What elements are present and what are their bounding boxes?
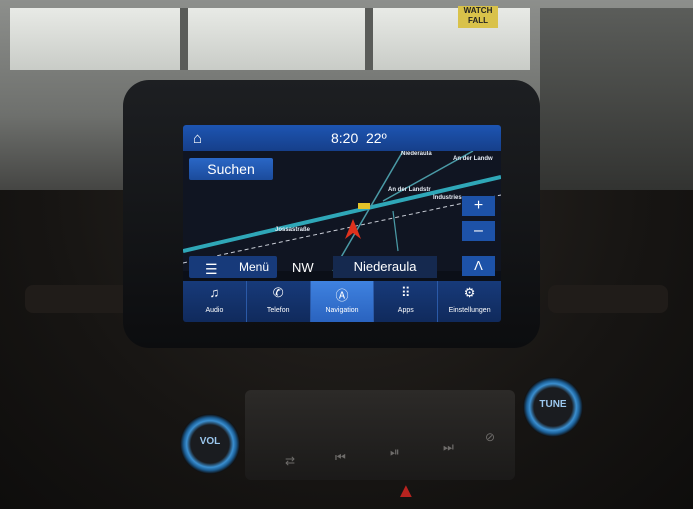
dock-item-navigation[interactable]: Ⓐ Navigation bbox=[310, 281, 375, 322]
current-location: Niederaula bbox=[333, 256, 437, 278]
street-label: Jossastraße bbox=[275, 227, 311, 233]
menu-button[interactable]: ☰ Menü bbox=[189, 256, 277, 278]
wall-sign: WATCH FALL bbox=[458, 6, 498, 28]
home-icon[interactable]: ⌂ bbox=[193, 130, 202, 147]
main-road bbox=[183, 175, 501, 253]
bottom-dock: ♫ Audio ✆ Telefon Ⓐ Navigation ⠿ Apps ⚙ … bbox=[183, 281, 501, 322]
infotainment-screen: ⌂ 8:20 22º Suchen Niederaula An der Land… bbox=[183, 125, 501, 322]
dock-label: Navigation bbox=[325, 307, 359, 314]
street-label: Industries bbox=[433, 195, 462, 201]
road-shield bbox=[358, 203, 370, 209]
apps-grid-icon: ⠿ bbox=[401, 285, 411, 300]
zoom-in-button[interactable]: + bbox=[462, 196, 495, 216]
street-label: Niederaula bbox=[401, 151, 432, 157]
street-label: An der Landw bbox=[453, 156, 493, 162]
status-bar: ⌂ 8:20 22º bbox=[183, 125, 501, 151]
tune-label: TUNE bbox=[539, 399, 567, 410]
dock-item-audio[interactable]: ♫ Audio bbox=[183, 281, 247, 322]
previous-track-icon[interactable]: ⏮ bbox=[335, 450, 346, 465]
dock-label: Apps bbox=[397, 307, 414, 314]
volume-label: VOL bbox=[199, 436, 221, 447]
play-pause-icon[interactable]: ⏯ bbox=[390, 445, 400, 460]
dock-item-telefon[interactable]: ✆ Telefon bbox=[247, 281, 311, 322]
temperature: 22º bbox=[366, 130, 387, 146]
tune-knob[interactable]: TUNE bbox=[523, 377, 583, 437]
navigation-arrow-icon[interactable]: Λ bbox=[462, 256, 495, 276]
dock-item-einstellungen[interactable]: ⚙ Einstellungen bbox=[438, 281, 501, 322]
car-dashboard-photo: WATCH FALL ⌂ 8:20 22º Suchen Niederaula A… bbox=[0, 0, 693, 509]
dock-label: Einstellungen bbox=[448, 307, 491, 314]
power-icon[interactable]: ⊘ bbox=[485, 430, 495, 444]
zoom-out-button[interactable]: – bbox=[462, 221, 495, 241]
window-frame bbox=[180, 8, 188, 70]
dock-label: Telefon bbox=[266, 307, 290, 314]
menu-label: Menü bbox=[239, 260, 270, 274]
clock: 8:20 bbox=[331, 130, 359, 146]
music-note-icon: ♫ bbox=[209, 285, 220, 300]
settings-icon: ⚙ bbox=[463, 285, 476, 300]
search-button[interactable]: Suchen bbox=[189, 158, 273, 180]
shuffle-icon[interactable]: ⇄ bbox=[285, 454, 295, 468]
navigation-icon: Ⓐ bbox=[335, 288, 349, 303]
street-label: An der Landstr bbox=[388, 187, 431, 193]
next-track-icon[interactable]: ⏭ bbox=[443, 440, 454, 455]
dock-item-apps[interactable]: ⠿ Apps bbox=[374, 281, 439, 322]
dock-label: Audio bbox=[205, 307, 224, 314]
phone-icon: ✆ bbox=[272, 285, 284, 300]
compass-heading: NW bbox=[292, 260, 314, 275]
air-vent-right bbox=[548, 285, 668, 313]
hazard-icon[interactable]: ▲ bbox=[396, 480, 416, 503]
hamburger-icon: ☰ bbox=[205, 261, 218, 277]
garage-window bbox=[10, 8, 530, 70]
window-frame bbox=[365, 8, 373, 70]
map-info-bar: ☰ Menü NW Niederaula Λ bbox=[183, 251, 501, 278]
volume-knob[interactable]: VOL bbox=[180, 414, 240, 474]
garage-wall bbox=[540, 8, 693, 208]
climate-control-panel: ⇄ ⏮ ⏯ ⏭ ⊘ bbox=[245, 390, 515, 480]
